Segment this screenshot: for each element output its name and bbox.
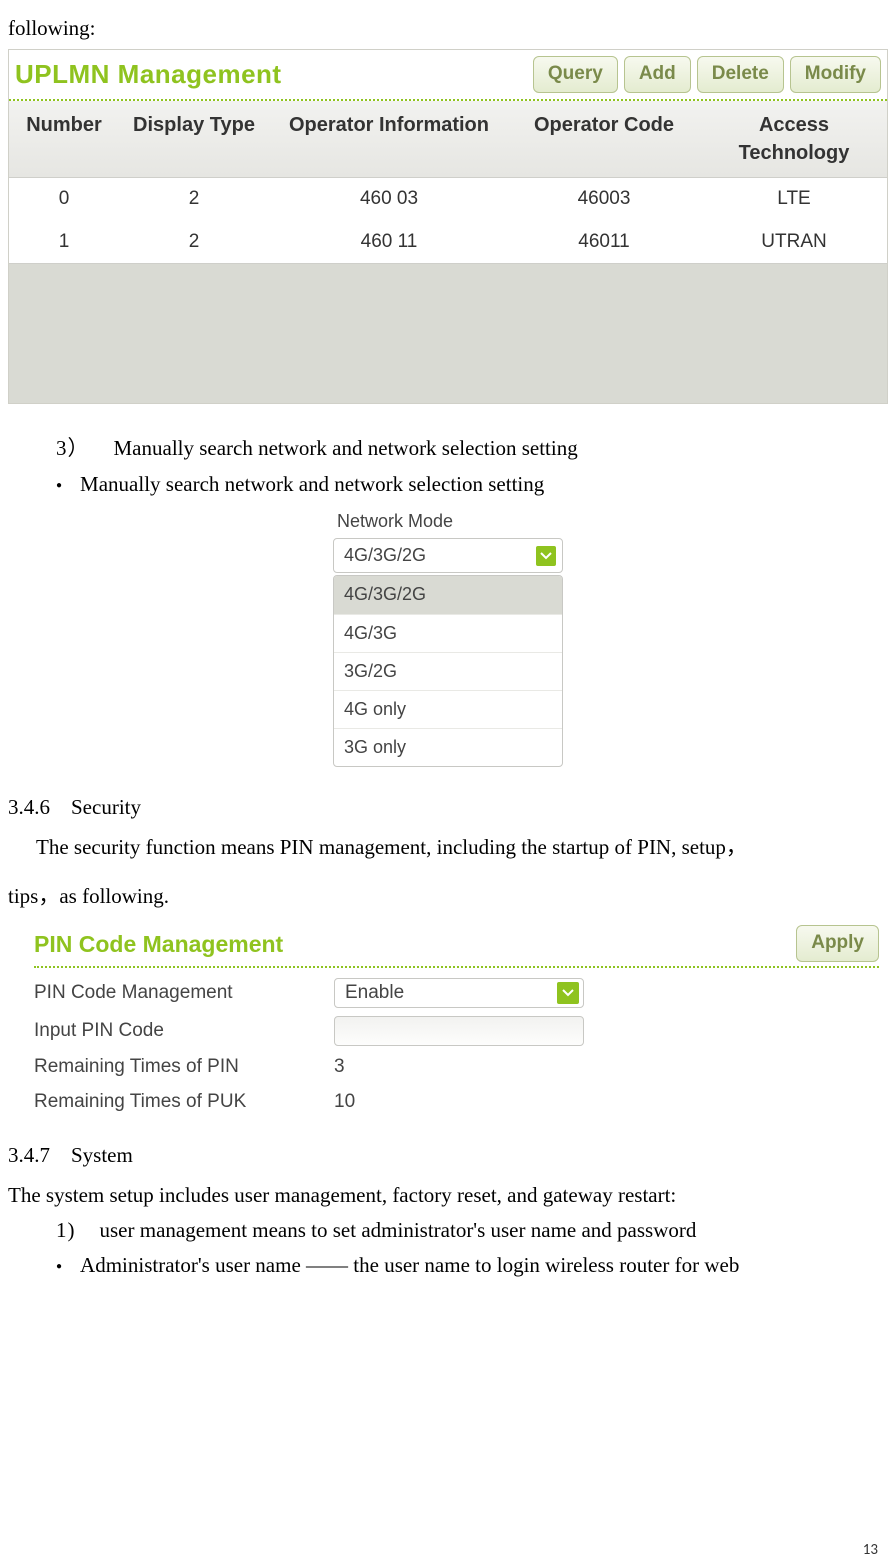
th-display-type: Display Type	[119, 101, 269, 177]
pin-code-input[interactable]	[334, 1016, 584, 1046]
select-option[interactable]: 4G only	[334, 690, 562, 728]
uplmn-title: UPLMN Management	[15, 56, 282, 92]
th-number: Number	[9, 101, 119, 177]
bullet-item: ● Administrator's user name —— the user …	[8, 1251, 888, 1280]
select-option[interactable]: 3G only	[334, 728, 562, 766]
remaining-puk-value: 10	[334, 1089, 634, 1116]
item-text: user management means to set administrat…	[100, 1216, 697, 1245]
remaining-pin-label: Remaining Times of PIN	[34, 1054, 334, 1081]
cell-operator-info: 460 11	[269, 221, 509, 264]
bullet-icon: ●	[56, 479, 62, 493]
pin-title: PIN Code Management	[34, 928, 283, 960]
heading-number: 3.4.6	[8, 795, 50, 819]
add-button[interactable]: Add	[624, 56, 691, 93]
pin-form: PIN Code Management Enable Input PIN Cod…	[34, 978, 879, 1115]
cell-operator-code: 46003	[509, 178, 699, 221]
heading-347: 3.4.7 System	[8, 1141, 888, 1170]
heading-title: System	[71, 1143, 133, 1167]
uplmn-header: UPLMN Management Query Add Delete Modify	[9, 50, 887, 101]
select-option[interactable]: 4G/3G/2G	[334, 576, 562, 613]
th-access-tech: Access Technology	[699, 101, 889, 177]
modify-button[interactable]: Modify	[790, 56, 881, 93]
heading-title: Security	[71, 795, 141, 819]
query-button[interactable]: Query	[533, 56, 618, 93]
text-following: following:	[8, 14, 888, 43]
cell-access-tech: UTRAN	[699, 221, 889, 264]
chevron-down-icon	[557, 982, 579, 1004]
pin-mgmt-label: PIN Code Management	[34, 980, 334, 1007]
table-row[interactable]: 0 2 460 03 46003 LTE	[9, 178, 887, 221]
list-item-3: 3） Manually search network and network s…	[8, 434, 888, 463]
paragraph: The security function means PIN manageme…	[8, 833, 888, 862]
network-mode-panel: Network Mode 4G/3G/2G 4G/3G/2G 4G/3G 3G/…	[333, 509, 563, 767]
cell-number: 0	[9, 178, 119, 221]
select-option[interactable]: 3G/2G	[334, 652, 562, 690]
th-operator-code: Operator Code	[509, 101, 699, 177]
cell-operator-info: 460 03	[269, 178, 509, 221]
heading-number: 3.4.7	[8, 1143, 50, 1167]
table-row[interactable]: 1 2 460 11 46011 UTRAN	[9, 221, 887, 264]
select-value: Enable	[345, 980, 404, 1007]
th-operator-info: Operator Information	[269, 101, 509, 177]
paragraph: The system setup includes user managemen…	[8, 1181, 888, 1210]
cell-access-tech: LTE	[699, 178, 889, 221]
cell-operator-code: 46011	[509, 221, 699, 264]
item-number: 3）	[56, 434, 90, 463]
select-value: 4G/3G/2G	[344, 543, 426, 568]
cell-number: 1	[9, 221, 119, 264]
remaining-puk-label: Remaining Times of PUK	[34, 1089, 334, 1116]
pin-mgmt-select[interactable]: Enable	[334, 978, 584, 1008]
cell-display-type: 2	[119, 178, 269, 221]
network-mode-select[interactable]: 4G/3G/2G	[333, 538, 563, 573]
select-option[interactable]: 4G/3G	[334, 614, 562, 652]
item-text: Manually search network and network sele…	[114, 434, 578, 463]
apply-button[interactable]: Apply	[796, 925, 879, 962]
chevron-down-icon	[536, 546, 556, 566]
cell-display-type: 2	[119, 221, 269, 264]
bullet-icon: ●	[56, 1260, 62, 1274]
list-item-1: 1) user management means to set administ…	[8, 1216, 888, 1245]
uplmn-table-head: Number Display Type Operator Information…	[9, 101, 887, 178]
uplmn-panel: UPLMN Management Query Add Delete Modify…	[8, 49, 888, 404]
network-mode-label: Network Mode	[333, 509, 563, 534]
bullet-text: Administrator's user name —— the user na…	[80, 1251, 888, 1280]
delete-button[interactable]: Delete	[697, 56, 784, 93]
uplmn-empty-area	[9, 263, 887, 403]
bullet-item: ● Manually search network and network se…	[8, 470, 888, 499]
heading-346: 3.4.6 Security	[8, 793, 888, 822]
uplmn-table: Number Display Type Operator Information…	[9, 101, 887, 403]
network-mode-options: 4G/3G/2G 4G/3G 3G/2G 4G only 3G only	[333, 575, 563, 767]
page-number: 13	[863, 1540, 878, 1561]
pin-header: PIN Code Management Apply	[34, 925, 879, 968]
pin-code-panel: PIN Code Management Apply PIN Code Manag…	[34, 925, 879, 1115]
item-number: 1)	[56, 1216, 76, 1245]
remaining-pin-value: 3	[334, 1054, 634, 1081]
bullet-text: Manually search network and network sele…	[80, 470, 544, 499]
pin-input-label: Input PIN Code	[34, 1018, 334, 1045]
uplmn-buttons: Query Add Delete Modify	[533, 56, 881, 93]
paragraph: tips，as following.	[8, 882, 888, 911]
